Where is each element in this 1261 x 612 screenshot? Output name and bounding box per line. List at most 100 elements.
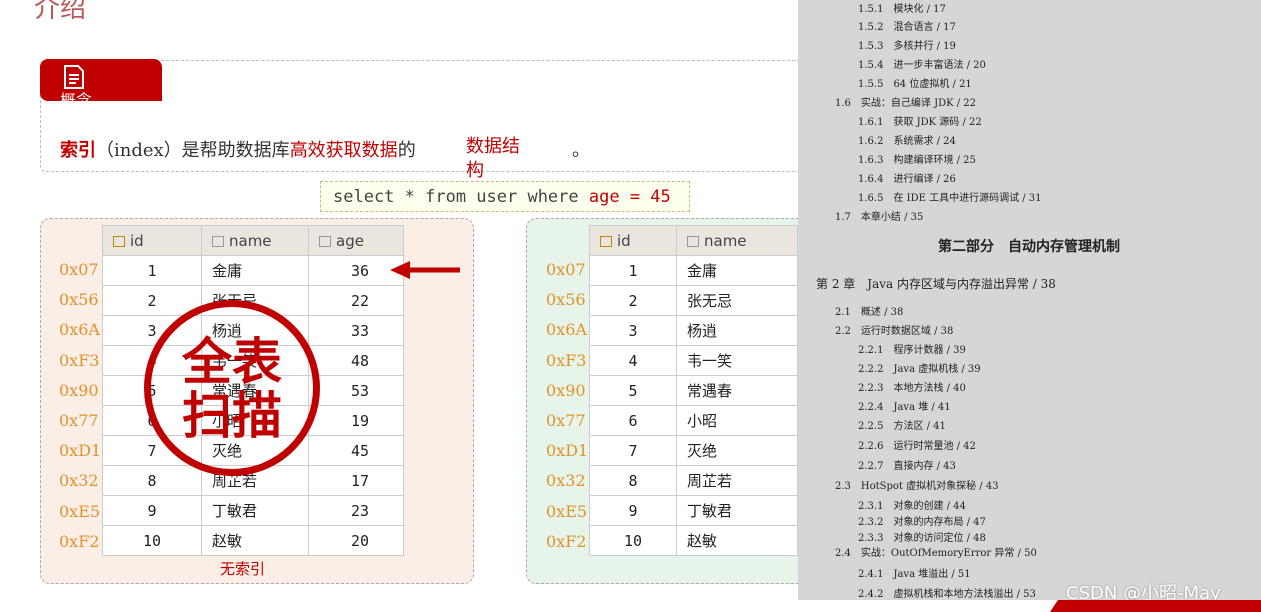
column-icon xyxy=(212,235,224,247)
table-row: 10 赵敏 20 xyxy=(102,525,404,556)
toc-entry: 2.2.3 本地方法栈 / 40 xyxy=(858,383,966,394)
index-keyword: 索引 xyxy=(60,140,96,161)
cell-name: 赵敏 xyxy=(676,525,798,556)
toc-entry: 1.5.3 多核并行 / 19 xyxy=(858,41,956,52)
memory-address: 0x56 xyxy=(59,290,99,310)
column-header-name: name xyxy=(676,225,798,256)
toc-entry: 2.1 概述 / 38 xyxy=(835,307,904,318)
cell-name: 丁敏君 xyxy=(676,495,798,526)
toc-entry: 1.5.2 混合语言 / 17 xyxy=(858,22,956,33)
no-index-caption: 无索引 xyxy=(220,560,266,578)
cell-age: 19 xyxy=(308,405,404,436)
column-header-id: id xyxy=(589,225,677,256)
document-icon xyxy=(64,65,84,89)
table-row: 5 常遇春 xyxy=(589,375,798,406)
cell-name: 杨逍 xyxy=(676,315,798,346)
toc-entry: 2.2.6 运行时常量池 / 42 xyxy=(858,441,976,452)
page-title: 介绍 xyxy=(34,0,87,24)
table-row: 2 张无忌 xyxy=(589,285,798,316)
toc-entry: 2.2.1 程序计数器 / 39 xyxy=(858,345,966,356)
memory-address: 0x6A xyxy=(546,320,587,340)
cell-id: 1 xyxy=(102,255,202,286)
memory-address: 0xF2 xyxy=(546,531,587,551)
cell-id: 10 xyxy=(102,525,202,556)
cell-age: 23 xyxy=(308,495,404,526)
key-icon xyxy=(600,235,612,247)
cell-name: 张无忌 xyxy=(676,285,798,316)
cell-id: 2 xyxy=(589,285,677,316)
cell-age: 48 xyxy=(308,345,404,376)
cell-id: 8 xyxy=(589,465,677,496)
cell-age: 45 xyxy=(308,435,404,466)
memory-address: 0x6A xyxy=(59,320,100,340)
cell-name: 丁敏君 xyxy=(201,495,309,526)
toc-entry: 2.2.5 方法区 / 41 xyxy=(858,421,946,432)
memory-address: 0xF2 xyxy=(59,531,100,551)
sql-query: select * from user where age = 45 xyxy=(320,181,690,212)
cell-id: 9 xyxy=(102,495,202,526)
table-row: 10 赵敏 xyxy=(589,525,798,556)
concept-text: 索引（index）是帮助数据库高效获取数据的 xyxy=(60,136,416,162)
memory-address: 0xE5 xyxy=(59,501,101,521)
table-row: 6 小昭 xyxy=(589,405,798,436)
toc-entry: 2.3.1 对象的创建 / 44 xyxy=(858,501,966,512)
index-definition: （index）是帮助数据库 xyxy=(96,140,290,161)
structure-phrase: 数据结构 xyxy=(466,136,520,181)
table-row: 3 杨逍 xyxy=(589,315,798,346)
toc-entry: 1.6 实战：自己编译 JDK / 22 xyxy=(835,98,977,109)
column-icon xyxy=(319,235,331,247)
pointer-arrow-icon xyxy=(390,261,460,279)
part-title: 第二部分 自动内存管理机制 xyxy=(938,239,1120,255)
toc-entry: 1.6.1 获取 JDK 源码 / 22 xyxy=(858,117,982,128)
table-row: 1 金庸 xyxy=(589,255,798,286)
book-toc-photo: 第二部分 自动内存管理机制 第 2 章 Java 内存区域与内存溢出异常 / 3… xyxy=(798,0,1261,600)
table-row: 1 金庸 36 xyxy=(102,255,404,286)
user-table-partial: id name 1 金庸 2 张无忌 3 杨逍 4 韦一笑 5 常遇春 6 小昭 7 灭绝 8 周芷若 9 丁敏君… xyxy=(589,225,798,556)
toc-entry: 1.7 本章小结 / 35 xyxy=(835,212,924,223)
memory-address: 0x32 xyxy=(546,471,586,491)
sentence-period: 。 xyxy=(572,140,590,161)
key-icon xyxy=(113,235,125,247)
toc-entry: 2.3.3 对象的访问定位 / 48 xyxy=(858,533,986,544)
cell-id: 10 xyxy=(589,525,677,556)
column-header-age: age xyxy=(308,225,404,256)
cell-name: 灭绝 xyxy=(676,435,798,466)
sql-condition: age = 45 xyxy=(588,187,671,207)
sql-prefix: select * from user where xyxy=(333,187,589,207)
memory-address: 0x77 xyxy=(546,411,586,430)
cell-id: 1 xyxy=(589,255,677,286)
full-table-scan-stamp: 全表 扫描 xyxy=(144,300,320,476)
concept-tab: 概念 xyxy=(40,59,162,101)
table-row: 8 周芷若 xyxy=(589,465,798,496)
cell-id: 8 xyxy=(102,465,202,496)
column-icon xyxy=(687,235,699,247)
cell-name: 常遇春 xyxy=(676,375,798,406)
cell-id: 6 xyxy=(589,405,677,436)
cell-age: 22 xyxy=(308,285,404,316)
toc-entry: 1.6.2 系统需求 / 24 xyxy=(858,136,956,147)
cell-name: 韦一笑 xyxy=(676,345,798,376)
memory-address: 0xD1 xyxy=(59,441,102,461)
cell-name: 周芷若 xyxy=(676,465,798,496)
efficient-phrase: 高效获取数据 xyxy=(289,140,398,161)
memory-address: 0xF3 xyxy=(59,350,100,370)
chapter-title: 第 2 章 Java 内存区域与内存溢出异常 / 38 xyxy=(816,277,1056,291)
cell-age: 17 xyxy=(308,465,404,496)
cell-age: 53 xyxy=(308,375,404,406)
column-header-id: id xyxy=(102,225,202,256)
column-header-name: name xyxy=(201,225,309,256)
cell-id: 4 xyxy=(589,345,677,376)
stamp-line-2: 扫描 xyxy=(182,386,282,445)
toc-entry: 1.5.4 进一步丰富语法 / 20 xyxy=(858,60,986,71)
concept-tab-label: 概念 xyxy=(60,91,93,101)
toc-entry: 2.2.2 Java 虚拟机栈 / 39 xyxy=(858,364,981,375)
memory-address: 0xE5 xyxy=(546,501,588,521)
toc-entry: 1.5.5 64 位虚拟机 / 21 xyxy=(858,79,972,90)
cell-name: 赵敏 xyxy=(201,525,309,556)
toc-entry: 2.2.4 Java 堆 / 41 xyxy=(858,402,951,413)
memory-address: 0x90 xyxy=(59,380,99,400)
memory-address: 0x56 xyxy=(546,290,586,310)
cell-id: 5 xyxy=(589,375,677,406)
toc-entry: 2.3 HotSpot 虚拟机对象探秘 / 43 xyxy=(835,481,999,492)
memory-address: 0xF3 xyxy=(546,350,587,370)
